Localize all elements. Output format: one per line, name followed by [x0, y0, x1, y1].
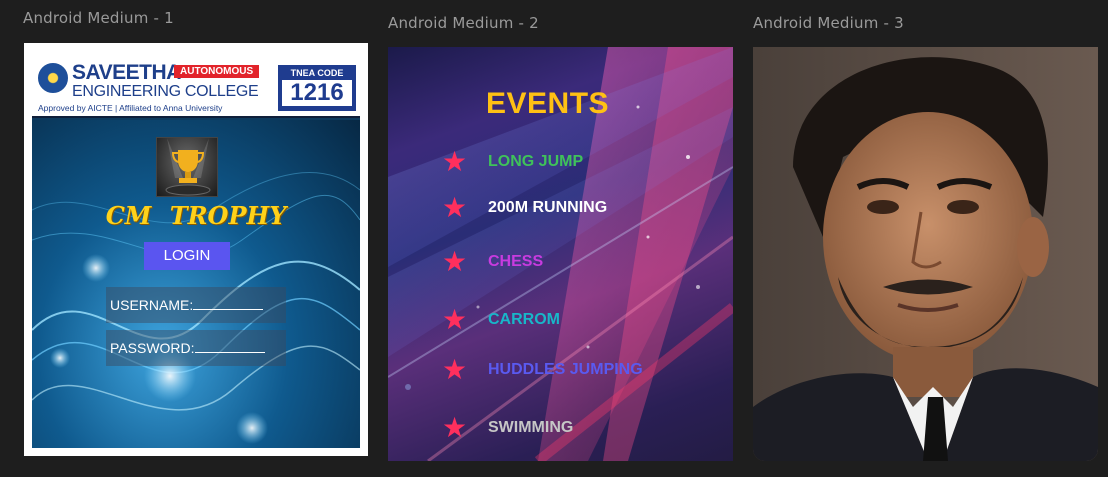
password-field[interactable]: PASSWORD: [106, 330, 286, 366]
star-icon: ★ [442, 411, 468, 444]
event-label: LONG JUMP [488, 153, 584, 170]
college-name-line2: ENGINEERING COLLEGE [72, 83, 259, 100]
star-icon: ★ [442, 191, 468, 224]
event-label: SWIMMING [488, 419, 574, 436]
events-heading: EVENTS [486, 87, 610, 120]
frame-title-1[interactable]: Android Medium - 1 [23, 9, 174, 27]
frame-title-2[interactable]: Android Medium - 2 [388, 14, 539, 32]
portrait-photo [753, 47, 1098, 461]
autonomous-badge: AUTONOMOUS [174, 65, 260, 78]
event-label: CARROM [488, 311, 560, 328]
username-input-line[interactable] [193, 298, 264, 310]
approval-text: Approved by AICTE | Affiliated to Anna U… [38, 103, 223, 113]
event-label: HUDDLES JUMPING [488, 361, 643, 378]
login-screen: SAVEETHA AUTONOMOUS ENGINEERING COLLEGE … [32, 51, 360, 448]
event-item-long-jump[interactable]: ★ LONG JUMP [442, 147, 583, 177]
tnea-code-box: TNEA CODE 1216 [278, 65, 356, 111]
password-input-line[interactable] [194, 341, 265, 353]
star-icon: ★ [442, 245, 468, 278]
tnea-label: TNEA CODE [290, 68, 344, 78]
frame-android-medium-3[interactable] [753, 47, 1098, 461]
password-label: PASSWORD: [110, 340, 195, 356]
login-button[interactable]: LOGIN [144, 242, 230, 270]
tnea-code: 1216 [282, 80, 352, 106]
username-label: USERNAME: [110, 297, 194, 313]
event-item-200m-running[interactable]: ★ 200M RUNNING [442, 193, 607, 223]
star-icon: ★ [442, 145, 468, 178]
star-icon: ★ [442, 353, 468, 386]
college-logo-icon [38, 63, 68, 93]
app-title: CM TROPHY [105, 201, 287, 230]
username-field[interactable]: USERNAME: [106, 287, 286, 323]
star-icon: ★ [442, 303, 468, 336]
event-item-huddles-jumping[interactable]: ★ HUDDLES JUMPING [442, 355, 643, 385]
event-label: 200M RUNNING [488, 199, 608, 216]
trophy-icon [156, 137, 218, 197]
event-item-carrom[interactable]: ★ CARROM [442, 305, 560, 335]
frame-android-medium-2[interactable]: EVENTS ★ LONG JUMP ★ 200M RUNNING ★ CHES… [388, 47, 733, 461]
event-label: CHESS [488, 253, 544, 270]
college-banner: SAVEETHA AUTONOMOUS ENGINEERING COLLEGE … [32, 51, 360, 118]
event-item-chess[interactable]: ★ CHESS [442, 247, 543, 277]
frame-title-3[interactable]: Android Medium - 3 [753, 14, 904, 32]
college-name-line1: SAVEETHA [72, 61, 181, 84]
event-item-swimming[interactable]: ★ SWIMMING [442, 413, 573, 443]
frame-android-medium-1[interactable]: SAVEETHA AUTONOMOUS ENGINEERING COLLEGE … [24, 43, 368, 456]
